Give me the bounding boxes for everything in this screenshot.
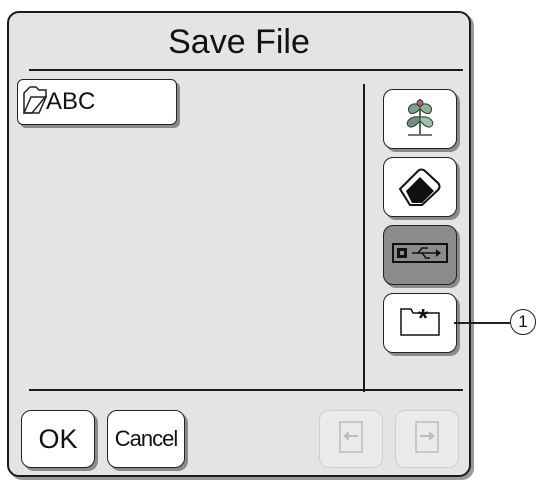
side-divider: [363, 84, 365, 392]
cancel-button[interactable]: Cancel: [107, 410, 185, 468]
footer-divider: [29, 389, 463, 391]
folder-icon: [22, 84, 48, 121]
usb-media-icon: [392, 241, 448, 270]
folder-label: ABC: [46, 88, 96, 115]
page-next-button[interactable]: [395, 410, 459, 468]
page-next-arrow-icon: [414, 420, 440, 459]
new-folder-icon: *: [399, 303, 441, 342]
cancel-label: Cancel: [114, 426, 178, 451]
folder-abc[interactable]: ABC: [17, 79, 177, 125]
callout-number: 1: [510, 309, 536, 335]
page-prev-arrow-icon: [338, 420, 364, 459]
title-divider: [29, 69, 463, 71]
save-file-dialog: Save File ABC * OK Cancel: [7, 11, 471, 477]
eraser-icon: [394, 163, 446, 212]
delete-button[interactable]: [383, 157, 457, 217]
callout-leader-line: [454, 322, 510, 324]
page-prev-button[interactable]: [319, 410, 383, 468]
ok-button[interactable]: OK: [21, 410, 95, 468]
svg-text:*: *: [418, 305, 429, 333]
new-folder-button[interactable]: *: [383, 293, 457, 353]
embroidery-pattern-icon: [398, 95, 442, 144]
embroidery-pattern-button[interactable]: [383, 89, 457, 149]
ok-label: OK: [38, 423, 78, 454]
usb-media-button[interactable]: [383, 225, 457, 285]
dialog-title: Save File: [168, 23, 310, 61]
